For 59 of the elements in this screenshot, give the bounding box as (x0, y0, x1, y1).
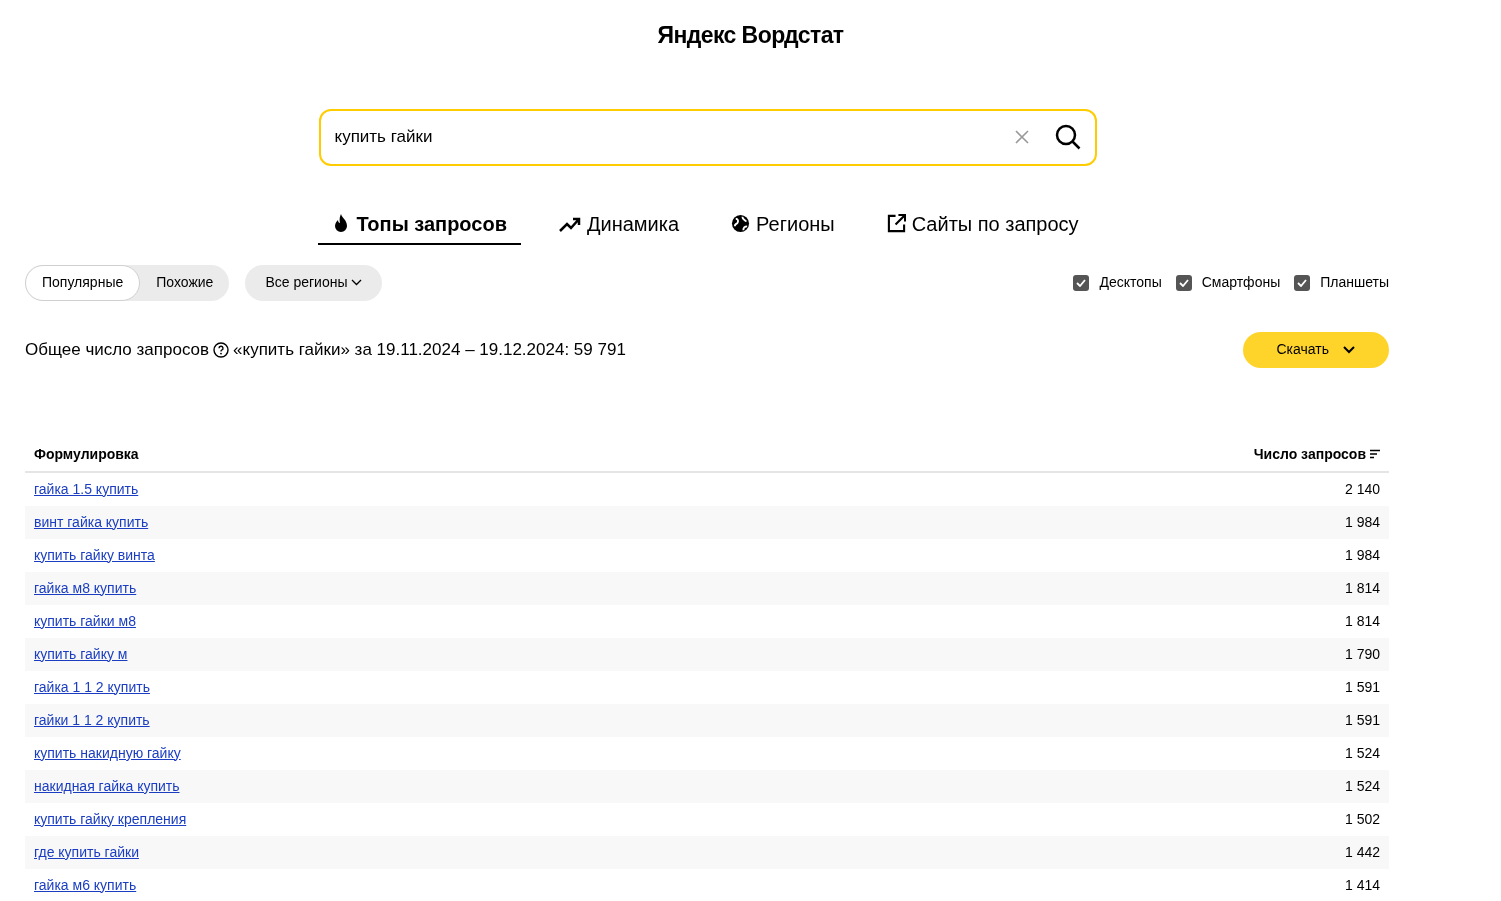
sort-icon[interactable] (1370, 449, 1380, 459)
chevron-down-icon (1343, 345, 1355, 354)
count-cell-text: 1 984 (1344, 545, 1380, 565)
count-cell-text: 1 414 (1344, 875, 1380, 895)
count-cell-text: 2 140 (1344, 479, 1380, 499)
phrase-link[interactable]: гайка 1.5 купить (34, 478, 139, 500)
help-icon[interactable] (213, 341, 230, 358)
checkmark-icon (1297, 278, 1308, 287)
count-cell-text: 1 984 (1344, 512, 1380, 532)
chevron-down-icon (351, 279, 363, 286)
checkbox[interactable] (1294, 274, 1311, 291)
checkbox-label: Десктопы (1099, 273, 1162, 292)
search-input[interactable]: купить гайки (334, 124, 1015, 150)
count-cell-text: 1 591 (1344, 677, 1380, 697)
tab[interactable]: Динамика (544, 208, 694, 245)
search-field[interactable]: купить гайки (318, 108, 1097, 166)
tab[interactable]: Топы запросов (318, 208, 521, 245)
trend-arrow-icon (558, 215, 581, 232)
summary-label: Общее число запросов (25, 338, 210, 361)
phrase-link[interactable]: где купить гайки (34, 841, 139, 863)
close-icon[interactable] (1014, 130, 1029, 144)
phrase-link[interactable]: гайка м8 купить (34, 577, 137, 599)
phrase-link[interactable]: накидная гайка купить (34, 775, 180, 797)
checkbox-label: Планшеты (1320, 273, 1389, 292)
checkmark-icon (1076, 278, 1087, 287)
phrase-link[interactable]: купить гайку крепления (34, 808, 187, 830)
count-cell-text: 1 814 (1344, 578, 1380, 598)
phrase-link[interactable]: гайка м6 купить (34, 874, 137, 896)
region-dropdown[interactable]: Все регионы (245, 264, 383, 301)
phrase-link[interactable]: купить гайку м (34, 643, 128, 665)
page-title: Яндекс Вордстат (657, 21, 844, 50)
count-cell-text: 1 591 (1344, 710, 1380, 730)
segment-option[interactable]: Похожие (140, 264, 230, 301)
download-button[interactable]: Скачать (1242, 331, 1389, 368)
count-cell-text: 1 524 (1344, 776, 1380, 796)
column-header: Формулировка (34, 444, 139, 464)
phrase-link[interactable]: купить гайки м8 (34, 610, 136, 632)
count-cell-text: 1 790 (1344, 644, 1380, 664)
count-cell-text: 1 524 (1344, 743, 1380, 763)
globe-icon (731, 214, 751, 233)
phrase-link[interactable]: купить гайку винта (34, 544, 155, 566)
segment-option[interactable]: Популярные (25, 264, 141, 301)
tab[interactable]: Сайты по запросу (872, 208, 1093, 245)
search-icon[interactable] (1054, 124, 1081, 150)
summary-text: «купить гайки» за 19.11.2024 – 19.12.2024: 59 791 (233, 338, 626, 361)
phrase-link[interactable]: винт гайка купить (34, 511, 149, 533)
checkbox-label: Смартфоны (1201, 273, 1281, 292)
phrase-link[interactable]: гайка 1 1 2 купить (34, 676, 150, 698)
column-header[interactable]: Число запросов (1253, 443, 1366, 465)
count-cell-text: 1 814 (1344, 611, 1380, 631)
count-cell-text: 1 442 (1344, 842, 1380, 862)
external-link-icon (886, 214, 906, 233)
phrase-link[interactable]: купить накидную гайку (34, 742, 181, 764)
phrase-link[interactable]: гайки 1 1 2 купить (34, 709, 150, 731)
checkbox[interactable] (1073, 274, 1090, 291)
tab[interactable]: Регионы (717, 208, 849, 245)
checkmark-icon (1178, 278, 1189, 287)
count-cell-text: 1 502 (1344, 809, 1380, 829)
checkbox[interactable] (1175, 274, 1192, 291)
